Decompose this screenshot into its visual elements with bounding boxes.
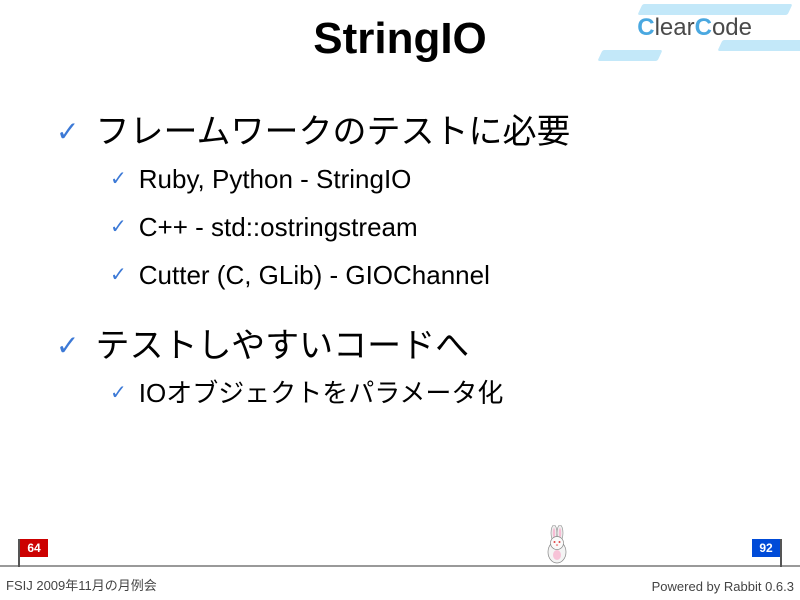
slide: ClearCode StringIO ✓ フレームワークのテストに必要 ✓ Ru… bbox=[0, 0, 800, 600]
bullet-text: IOオブジェクトをパラメータ化 bbox=[139, 376, 504, 410]
bullet-level2: ✓ IOオブジェクトをパラメータ化 bbox=[110, 376, 760, 410]
footer-left: FSIJ 2009年11月の月例会 bbox=[6, 575, 157, 594]
bullet-group: ✓ IOオブジェクトをパラメータ化 bbox=[110, 376, 760, 410]
bullet-text: Cutter (C, GLib) - GIOChannel bbox=[139, 258, 490, 292]
bullet-level2: ✓ C++ - std::ostringstream bbox=[110, 210, 760, 244]
current-slide-number: 64 bbox=[20, 539, 48, 557]
bullet-text: Ruby, Python - StringIO bbox=[139, 162, 412, 196]
bullet-level2: ✓ Cutter (C, GLib) - GIOChannel bbox=[110, 258, 760, 292]
check-icon: ✓ bbox=[56, 324, 79, 368]
bullet-level1: ✓ テストしやすいコードへ bbox=[56, 324, 760, 368]
check-icon: ✓ bbox=[110, 210, 127, 244]
bullet-level1: ✓ フレームワークのテストに必要 bbox=[56, 110, 760, 154]
check-icon: ✓ bbox=[56, 110, 79, 154]
bullet-group: ✓ Ruby, Python - StringIO ✓ C++ - std::o… bbox=[110, 162, 760, 292]
check-icon: ✓ bbox=[110, 376, 127, 410]
total-slide-number: 92 bbox=[752, 539, 780, 557]
bullet-text: C++ - std::ostringstream bbox=[139, 210, 418, 244]
check-icon: ✓ bbox=[110, 162, 127, 196]
rabbit-icon bbox=[540, 525, 572, 565]
bullet-level2: ✓ Ruby, Python - StringIO bbox=[110, 162, 760, 196]
bullet-text: フレームワークのテストに必要 bbox=[95, 110, 570, 154]
bullet-text: テストしやすいコードへ bbox=[95, 324, 469, 368]
slide-content: ✓ フレームワークのテストに必要 ✓ Ruby, Python - String… bbox=[56, 110, 760, 424]
footer-right: Powered by Rabbit 0.6.3 bbox=[652, 579, 794, 594]
progress-line bbox=[0, 565, 800, 567]
check-icon: ✓ bbox=[110, 258, 127, 292]
slide-title: StringIO bbox=[0, 14, 800, 64]
